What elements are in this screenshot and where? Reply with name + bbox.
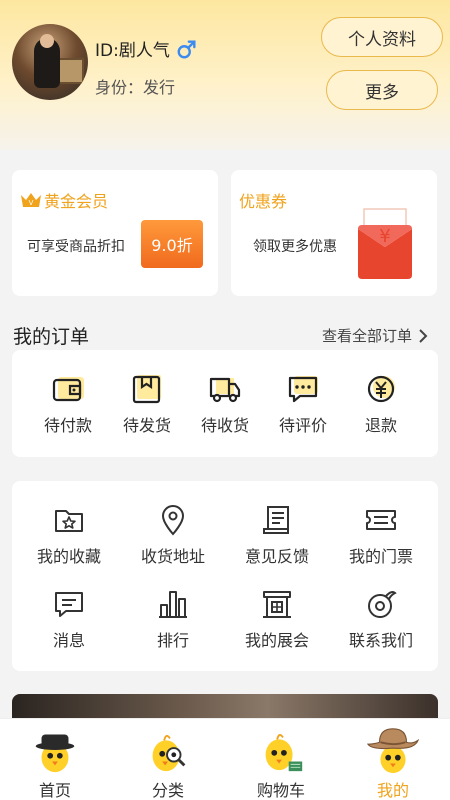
chick-magnifier-icon	[152, 735, 186, 772]
discount-badge: 9.0折	[141, 220, 203, 268]
user-id-text: ID:剧人气	[95, 41, 170, 61]
services-card: 我的收藏 收货地址 意见反馈 我的门票 消息 排行 我的展会 联系我们	[12, 481, 438, 671]
order-refund[interactable]: 退款	[337, 372, 425, 436]
orders-card: 待付款 待发货 待收货 待评价 退款	[12, 350, 438, 457]
order-pending-review[interactable]: 待评价	[259, 372, 347, 436]
service-messages[interactable]: 消息	[25, 587, 113, 651]
view-all-orders-link[interactable]: 查看全部订单	[322, 325, 428, 346]
ticket-icon	[366, 510, 396, 530]
chick-cart-icon	[265, 734, 303, 772]
service-contact-us[interactable]: 联系我们	[337, 587, 425, 651]
comment-icon	[288, 376, 318, 403]
chick-hat-icon	[35, 734, 75, 773]
svg-text:V: V	[29, 199, 34, 207]
ranking-icon	[159, 591, 187, 618]
avatar[interactable]	[12, 24, 88, 100]
star-folder-icon	[55, 510, 83, 532]
order-pending-receipt[interactable]: 待收货	[181, 372, 269, 436]
coupon-card[interactable]: 优惠券 领取更多优惠 ¥	[231, 170, 437, 296]
crown-icon: V	[21, 193, 41, 207]
chick-cowboy-icon	[366, 728, 420, 774]
service-favorites[interactable]: 我的收藏	[25, 503, 113, 567]
profile-button[interactable]: 个人资料	[321, 17, 443, 57]
service-feedback[interactable]: 意见反馈	[233, 503, 321, 567]
contact-icon	[368, 591, 397, 618]
vip-desc: 可享受商品折扣	[27, 239, 125, 255]
coupon-desc: 领取更多优惠	[253, 239, 337, 255]
service-address[interactable]: 收货地址	[129, 503, 217, 567]
male-gender-icon	[177, 39, 196, 58]
service-ranking[interactable]: 排行	[129, 587, 217, 651]
feedback-scroll-icon	[263, 506, 289, 534]
tab-home[interactable]: 首页	[0, 719, 110, 800]
order-pending-payment[interactable]: 待付款	[24, 372, 112, 436]
tab-cart[interactable]: 购物车	[226, 719, 336, 800]
wallet-icon	[52, 377, 84, 402]
exhibition-icon	[263, 591, 291, 618]
svg-text:¥: ¥	[379, 226, 390, 247]
vip-card[interactable]: V 黄金会员 可享受商品折扣 9.0折	[12, 170, 218, 296]
coupon-title: 优惠券	[239, 192, 288, 211]
orders-section-title: 我的订单	[13, 326, 90, 348]
user-id-row: ID:剧人气	[95, 36, 198, 61]
chevron-right-icon	[419, 328, 428, 343]
vip-title: V 黄金会员	[20, 188, 108, 212]
service-tickets[interactable]: 我的门票	[337, 503, 425, 567]
profile-header: ID:剧人气 身份：发行 个人资料 更多	[0, 0, 450, 150]
service-exhibitions[interactable]: 我的展会	[233, 587, 321, 651]
refund-icon	[367, 375, 395, 403]
more-button[interactable]: 更多	[326, 70, 438, 110]
location-pin-icon	[161, 505, 185, 536]
truck-icon	[209, 377, 241, 403]
user-role: 身份：发行	[95, 78, 176, 97]
order-pending-shipment[interactable]: 待发货	[103, 372, 191, 436]
message-icon	[55, 592, 83, 617]
tab-category[interactable]: 分类	[113, 719, 223, 800]
package-icon	[132, 375, 161, 404]
bottom-tab-bar: 首页 分类 购物车 我的	[0, 718, 450, 800]
tab-mine[interactable]: 我的	[338, 719, 448, 800]
red-envelope-icon: ¥	[358, 208, 412, 279]
